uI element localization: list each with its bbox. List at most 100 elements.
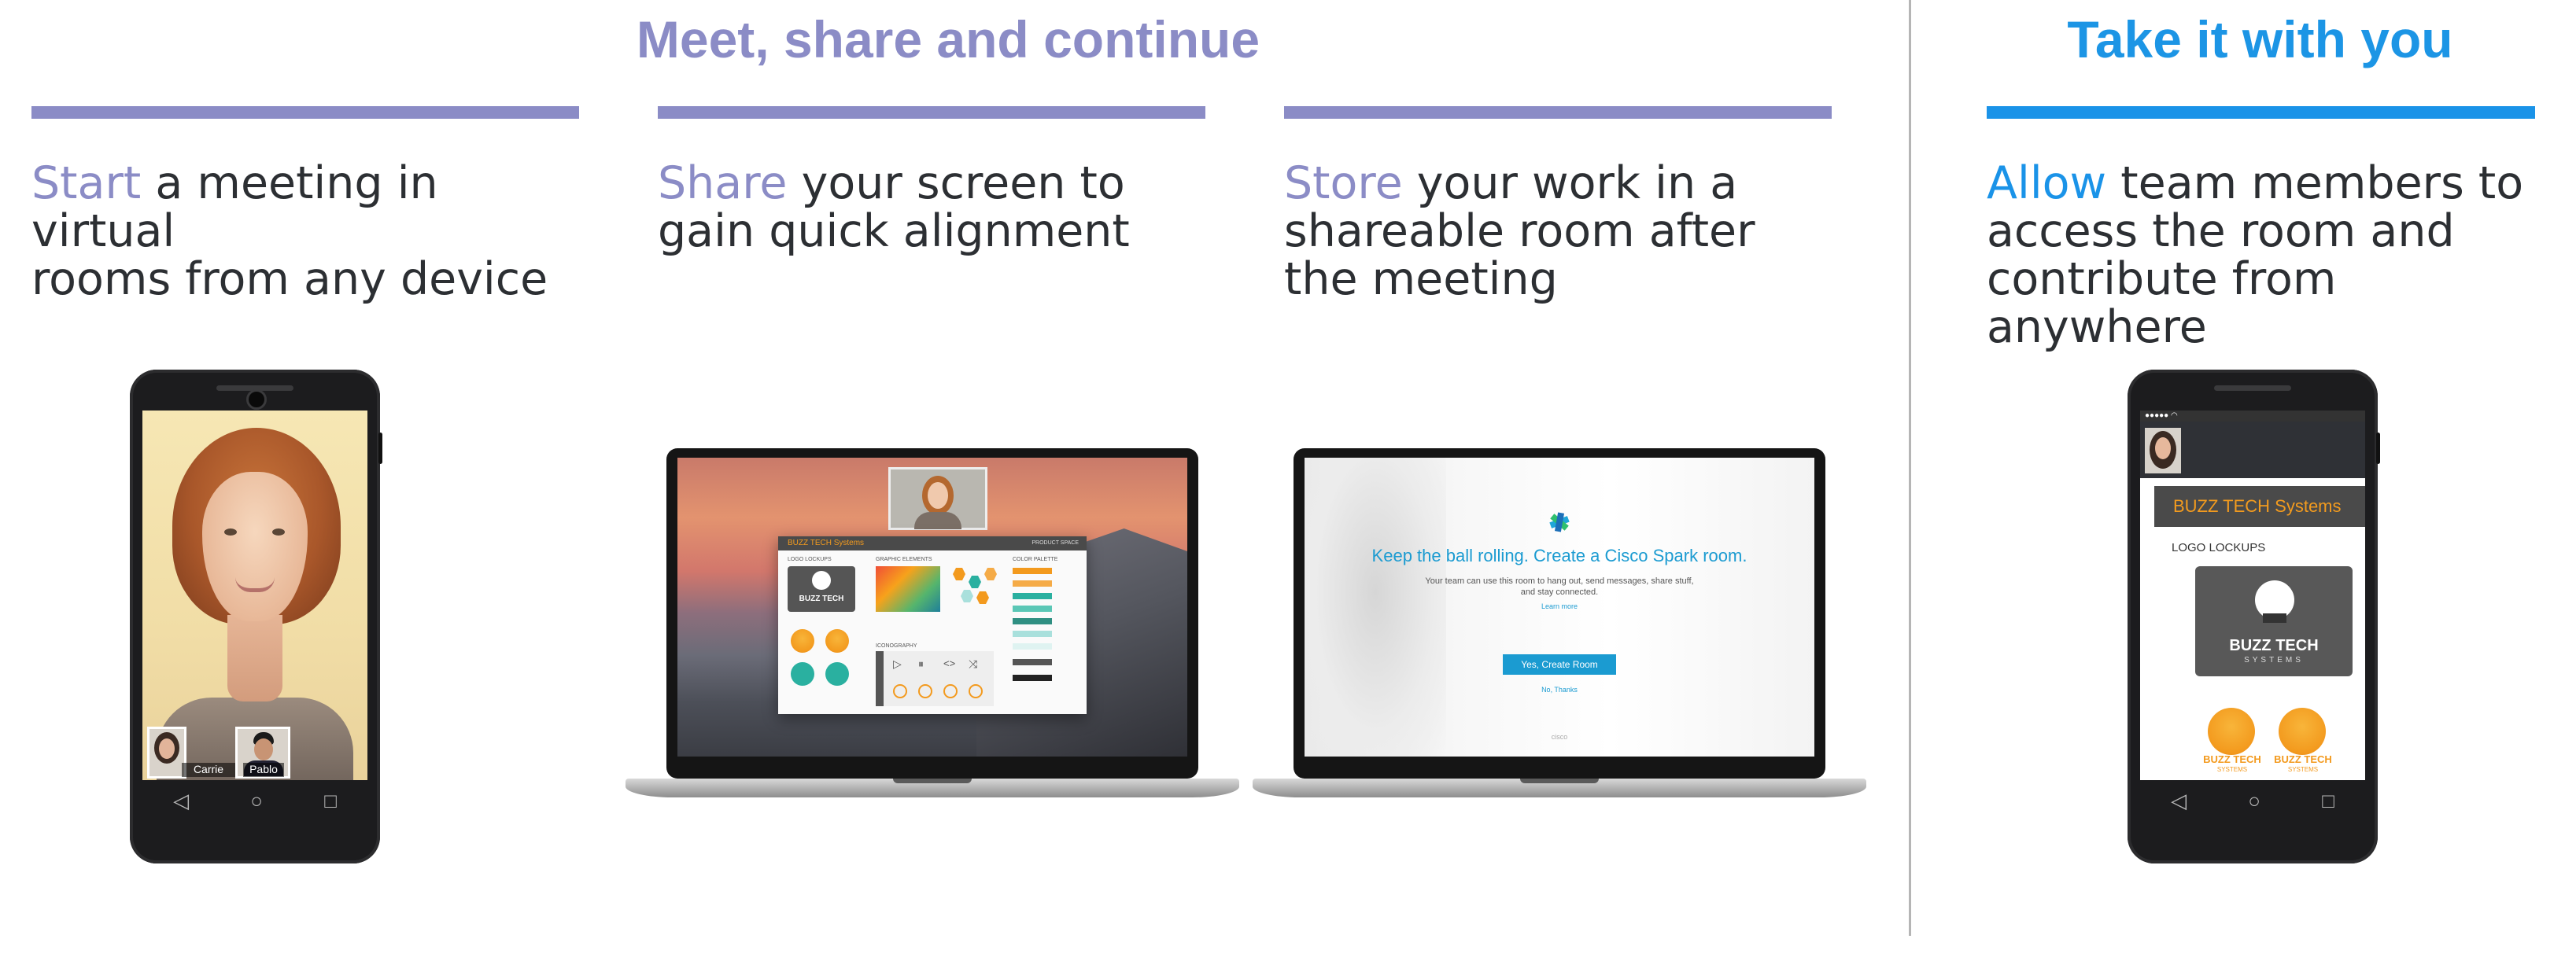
phone-side-button bbox=[378, 433, 382, 464]
column-4-line3: contribute from anywhere bbox=[1987, 253, 2337, 353]
member-avatar[interactable] bbox=[2145, 428, 2181, 473]
mobile-logo-text: BUZZ TECH bbox=[2229, 637, 2319, 654]
back-icon[interactable]: ◁ bbox=[2171, 789, 2187, 813]
home-icon[interactable]: ○ bbox=[250, 789, 263, 813]
spark-logo-icon bbox=[1544, 506, 1575, 538]
laptop-screen-share: BUZZ TECH Systems PRODUCT SPACE LOGO LOC… bbox=[626, 448, 1239, 806]
palette-swatch-8 bbox=[1013, 659, 1052, 665]
column-4-line1: team members to bbox=[2106, 157, 2524, 209]
create-room-subtitle-line1: Your team can use this room to hang out,… bbox=[1425, 576, 1694, 586]
hexagon-dark bbox=[976, 591, 989, 604]
caller-left-eye bbox=[224, 528, 237, 536]
play-icon[interactable]: ▷ bbox=[893, 657, 902, 671]
palette-swatch-1 bbox=[1013, 568, 1052, 574]
section-color-palette: COLOR PALETTE bbox=[1013, 557, 1058, 562]
gradient-graphic bbox=[876, 566, 940, 612]
palette-swatch-9 bbox=[1013, 675, 1052, 681]
palette-swatch-3 bbox=[1013, 593, 1052, 599]
create-room-title: Keep the ball rolling. Create a Cisco Sp… bbox=[1371, 546, 1747, 565]
laptop-create-room: Keep the ball rolling. Create a Cisco Sp… bbox=[1253, 448, 1866, 806]
back-icon[interactable]: ◁ bbox=[173, 789, 189, 813]
column-3-keyword: Store bbox=[1284, 157, 1403, 209]
create-room-button[interactable]: Yes, Create Room bbox=[1503, 654, 1616, 675]
section-graphic-elements: GRAPHIC ELEMENTS bbox=[876, 557, 932, 562]
shuffle-icon[interactable]: ⤨ bbox=[969, 657, 977, 671]
phone-mobile-room: ●●●●● ◠ BUZZ TECH Systems LOGO LOCKUPS B… bbox=[2128, 370, 2380, 863]
hexagon-teal bbox=[969, 576, 981, 588]
logo-lockup-tile: BUZZ TECH bbox=[788, 566, 855, 612]
pause-icon[interactable]: ⏸ bbox=[918, 657, 924, 671]
presenter-face bbox=[928, 482, 948, 509]
mobile-badge-1 bbox=[2208, 708, 2255, 755]
column-4-line2: access the room and bbox=[1987, 205, 2455, 257]
recents-icon[interactable]: □ bbox=[2322, 789, 2334, 813]
mobile-badge-2-text: BUZZ TECH bbox=[2274, 753, 2332, 765]
icon-strip-sidebar bbox=[876, 651, 884, 706]
section-divider bbox=[1909, 0, 1911, 936]
column-4-rule bbox=[1987, 106, 2535, 119]
column-2-line1: your screen to bbox=[787, 157, 1125, 209]
caller-neck bbox=[227, 615, 282, 701]
home-icon[interactable]: ○ bbox=[2248, 789, 2260, 813]
column-2-keyword: Share bbox=[658, 157, 788, 209]
participant-label-right: Pablo bbox=[243, 763, 284, 777]
participant-left-face bbox=[159, 738, 175, 759]
phone-3-side-button bbox=[2376, 433, 2380, 464]
logo-lockup-text: BUZZ TECH bbox=[799, 595, 844, 603]
mobile-badge-2-subtext: SYSTEMS bbox=[2287, 766, 2319, 773]
mobile-logo-subtext: SYSTEMS bbox=[2244, 656, 2304, 665]
video-call-screen: Carrie Pablo bbox=[142, 411, 367, 780]
design-window-title: BUZZ TECH Systems bbox=[788, 539, 865, 547]
caller-right-eye bbox=[272, 528, 285, 536]
palette-swatch-6 bbox=[1013, 631, 1052, 637]
mobile-section-label: LOGO LOCKUPS bbox=[2172, 541, 2266, 554]
column-3-description: Store your work in a shareable room afte… bbox=[1284, 160, 1835, 304]
badge-orange-2 bbox=[825, 629, 849, 653]
icon-strip: ▷ ⏸ <> ⤨ bbox=[876, 651, 994, 706]
laptop-1-notch bbox=[893, 779, 972, 783]
laptop-2-notch bbox=[1520, 779, 1599, 783]
member-face bbox=[2155, 437, 2171, 459]
phone-3-nav-bar: ◁ ○ □ bbox=[2140, 785, 2365, 816]
column-3-line1: your work in a bbox=[1402, 157, 1738, 209]
mobile-app-title: BUZZ TECH Systems bbox=[2154, 486, 2365, 527]
phone-video-call: Carrie Pablo ◁ ○ □ bbox=[130, 370, 382, 863]
participant-right-face bbox=[254, 738, 273, 760]
badge-orange-1 bbox=[791, 629, 814, 653]
column-2-line2: gain quick alignment bbox=[658, 205, 1130, 257]
mobile-room-screen: ●●●●● ◠ BUZZ TECH Systems LOGO LOCKUPS B… bbox=[2140, 411, 2365, 780]
no-thanks-link[interactable]: No, Thanks bbox=[1305, 686, 1814, 694]
icon-circle-2 bbox=[918, 684, 932, 698]
palette-swatch-7 bbox=[1013, 643, 1052, 650]
section-iconography: ICONOGRAPHY bbox=[876, 643, 917, 649]
column-3-line2: shareable room after bbox=[1284, 205, 1755, 257]
main-heading: Meet, share and continue bbox=[636, 10, 1260, 68]
laptop-2-screen: Keep the ball rolling. Create a Cisco Sp… bbox=[1305, 458, 1814, 757]
laptop-1-screen: BUZZ TECH Systems PRODUCT SPACE LOGO LOC… bbox=[677, 458, 1187, 757]
column-3-line3: the meeting bbox=[1284, 253, 1558, 305]
palette-swatch-2 bbox=[1013, 580, 1052, 587]
section-logo-lockups: LOGO LOCKUPS bbox=[788, 557, 832, 562]
mobile-logo-bars bbox=[2263, 613, 2286, 623]
cisco-footer-logo: cisco bbox=[1551, 733, 1568, 741]
presenter-thumbnail[interactable] bbox=[888, 467, 987, 530]
design-window-header: BUZZ TECH Systems PRODUCT SPACE bbox=[778, 536, 1087, 550]
mobile-badge-2 bbox=[2279, 708, 2326, 755]
participant-label-left: Carrie bbox=[182, 763, 235, 777]
recents-icon[interactable]: □ bbox=[324, 789, 337, 813]
phone-camera bbox=[246, 389, 267, 410]
hexagon-orange bbox=[953, 568, 965, 580]
learn-more-link[interactable]: Learn more bbox=[1305, 602, 1814, 610]
mobile-logo-lockup: BUZZ TECH SYSTEMS bbox=[2195, 566, 2353, 676]
presenter-shirt bbox=[914, 512, 961, 529]
mobile-badge-1-text: BUZZ TECH bbox=[2203, 753, 2261, 765]
column-3-rule bbox=[1284, 106, 1832, 119]
participant-thumbnail-left[interactable] bbox=[147, 727, 186, 779]
badge-teal-2 bbox=[825, 662, 849, 686]
column-1-line2: rooms from any device bbox=[31, 253, 548, 305]
column-2-rule bbox=[658, 106, 1205, 119]
badge-teal-1 bbox=[791, 662, 814, 686]
column-1-description: Start a meeting in virtual rooms from an… bbox=[31, 160, 582, 304]
code-icon[interactable]: <> bbox=[943, 657, 955, 669]
caller-face bbox=[202, 472, 308, 621]
